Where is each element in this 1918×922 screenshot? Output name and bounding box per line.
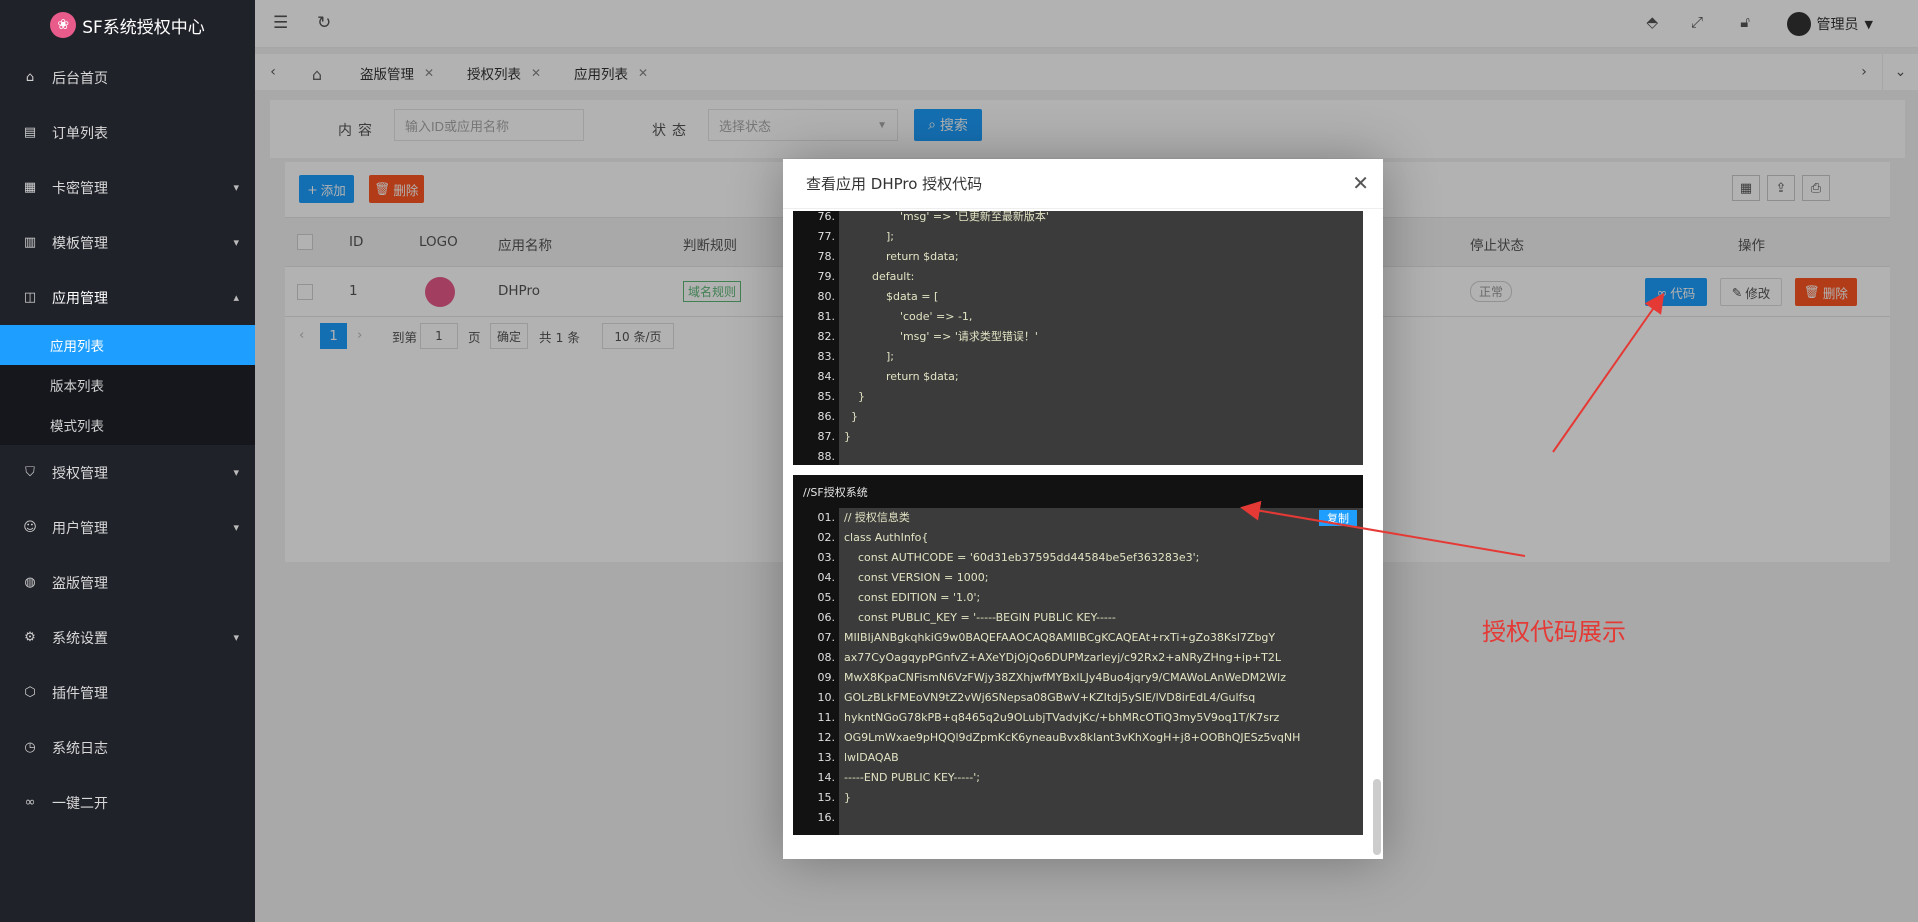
annotation-label: 授权代码展示 <box>1482 618 1626 646</box>
arrow-to-code-button <box>1552 292 1665 453</box>
arrow-to-code-block <box>1240 500 1526 557</box>
annotation-arrows <box>1240 292 1665 557</box>
